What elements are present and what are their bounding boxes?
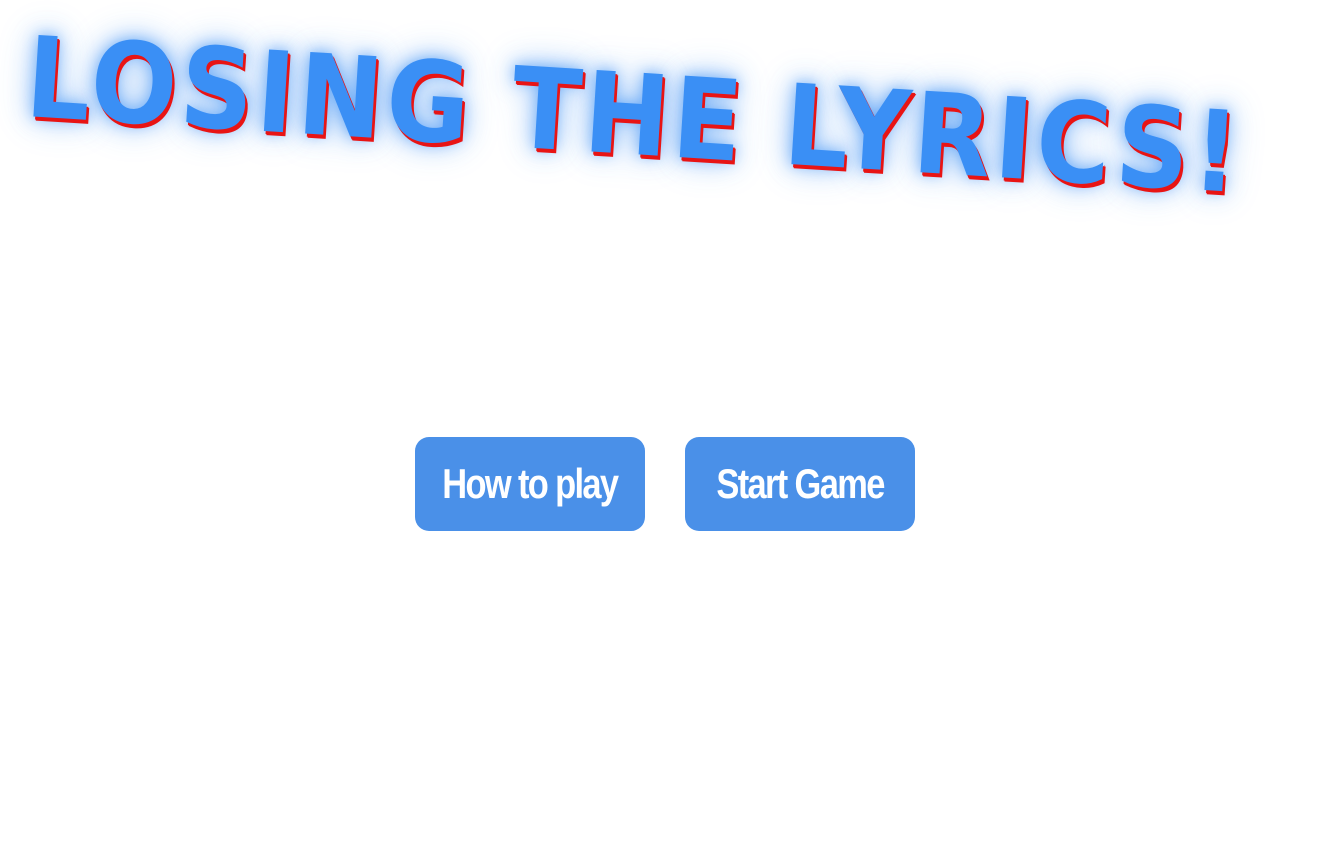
game-title: LOSING THE LYRICS! [22, 13, 1247, 220]
main-menu: How to play Start Game [415, 437, 915, 531]
title-banner: LOSING THE LYRICS! [0, 0, 1337, 240]
start-game-label: Start Game [716, 460, 885, 507]
start-game-button[interactable]: Start Game [685, 437, 915, 531]
how-to-play-button[interactable]: How to play [415, 437, 645, 531]
how-to-play-label: How to play [442, 460, 619, 507]
